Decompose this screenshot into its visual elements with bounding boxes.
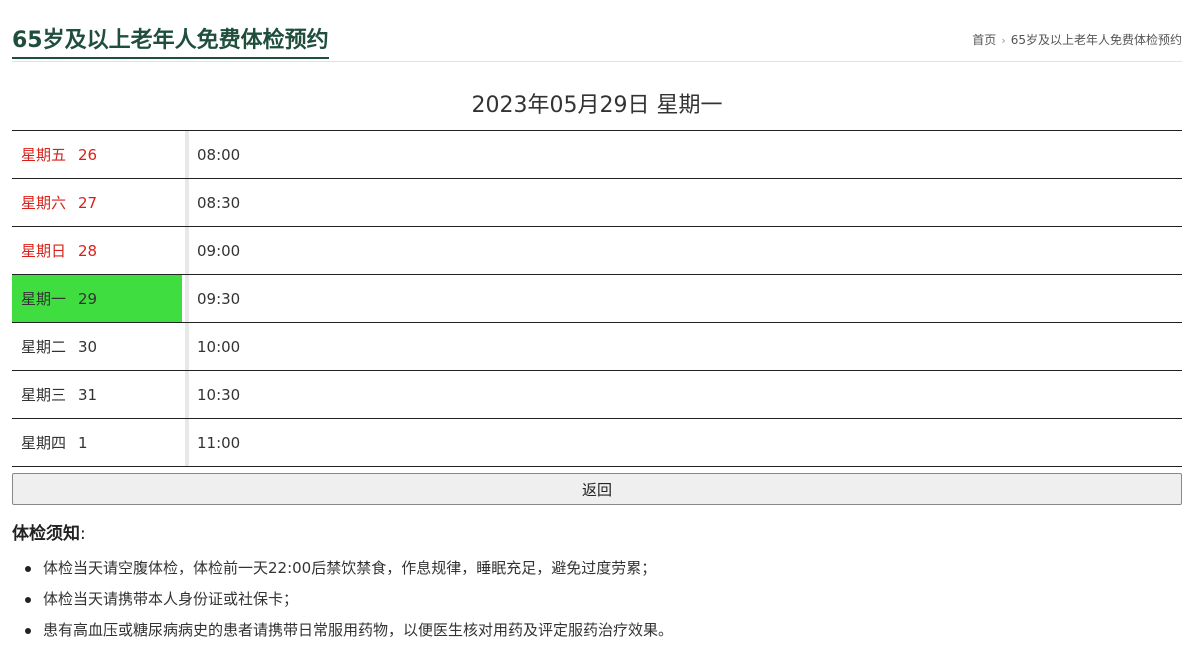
bullet-icon — [25, 628, 31, 634]
day-number: 26 — [78, 145, 98, 164]
day-number: 27 — [78, 193, 98, 212]
breadcrumb: 首页 › 65岁及以上老年人免费体检预约 — [972, 32, 1182, 49]
day-weekday: 星期日 — [21, 242, 67, 260]
notice-title-colon: : — [80, 524, 86, 544]
day-option-26[interactable]: 星期五 26 — [12, 131, 182, 178]
bullet-icon — [25, 597, 31, 603]
notice-item-text: 体检当天请空腹体检，体检前一天22:00后禁饮禁食，作息规律，睡眠充足，避免过度… — [43, 559, 657, 577]
schedule-row: 星期五 26 08:00 — [12, 131, 1182, 179]
back-button[interactable]: 返回 — [12, 473, 1182, 505]
day-weekday: 星期六 — [21, 194, 67, 212]
notice-list: 体检当天请空腹体检，体检前一天22:00后禁饮禁食，作息规律，睡眠充足，避免过度… — [12, 556, 673, 649]
schedule-row: 星期三 31 10:30 — [12, 371, 1182, 419]
notice-title-text: 体检须知 — [12, 524, 80, 544]
time-slot[interactable]: 09:30 — [189, 275, 1182, 322]
time-slot[interactable]: 09:00 — [189, 227, 1182, 274]
time-slot[interactable]: 11:00 — [189, 419, 1182, 466]
notice-title: 体检须知: — [12, 523, 86, 545]
day-weekday: 星期五 — [21, 146, 67, 164]
day-number: 29 — [78, 289, 98, 308]
notice-item-text: 患有高血压或糖尿病病史的患者请携带日常服用药物，以便医生核对用药及评定服药治疗效… — [43, 621, 674, 639]
day-weekday: 星期一 — [21, 290, 67, 308]
time-slot[interactable]: 08:00 — [189, 131, 1182, 178]
schedule-row: 星期日 28 09:00 — [12, 227, 1182, 275]
day-option-31[interactable]: 星期三 31 — [12, 371, 182, 418]
day-number: 31 — [78, 385, 98, 404]
day-weekday: 星期三 — [21, 386, 67, 404]
notice-item: 体检当天请空腹体检，体检前一天22:00后禁饮禁食，作息规律，睡眠充足，避免过度… — [12, 556, 673, 587]
time-slot[interactable]: 08:30 — [189, 179, 1182, 226]
selected-date-heading: 2023年05月29日 星期一 — [471, 93, 723, 118]
schedule-row: 星期四 1 11:00 — [12, 419, 1182, 467]
day-option-28[interactable]: 星期日 28 — [12, 227, 182, 274]
notice-item: 体检当天请携带本人身份证或社保卡； — [12, 587, 673, 618]
schedule-table: 星期五 26 08:00 星期六 27 08:30 星期日 28 09:00 星期一 29 09:30… — [12, 130, 1182, 467]
chevron-right-icon: › — [1001, 34, 1006, 47]
breadcrumb-home-link[interactable]: 首页 — [972, 33, 996, 47]
bullet-icon — [25, 566, 31, 572]
day-weekday: 星期四 — [21, 434, 67, 452]
day-weekday: 星期二 — [21, 338, 67, 356]
time-slot[interactable]: 10:00 — [189, 323, 1182, 370]
day-option-27[interactable]: 星期六 27 — [12, 179, 182, 226]
breadcrumb-current: 65岁及以上老年人免费体检预约 — [1010, 33, 1182, 47]
day-option-30[interactable]: 星期二 30 — [12, 323, 182, 370]
day-number: 1 — [78, 433, 88, 452]
time-slot[interactable]: 10:30 — [189, 371, 1182, 418]
schedule-row: 星期二 30 10:00 — [12, 323, 1182, 371]
page-title: 65岁及以上老年人免费体检预约 — [12, 27, 329, 59]
schedule-row: 星期六 27 08:30 — [12, 179, 1182, 227]
day-number: 28 — [78, 241, 98, 260]
day-option-29[interactable]: 星期一 29 — [12, 275, 182, 322]
notice-item: 患有高血压或糖尿病病史的患者请携带日常服用药物，以便医生核对用药及评定服药治疗效… — [12, 618, 673, 649]
day-number: 30 — [78, 337, 98, 356]
notice-item-text: 体检当天请携带本人身份证或社保卡； — [43, 590, 299, 608]
schedule-row: 星期一 29 09:30 — [12, 275, 1182, 323]
page-header: 65岁及以上老年人免费体检预约 首页 › 65岁及以上老年人免费体检预约 — [12, 0, 1182, 62]
day-option-1[interactable]: 星期四 1 — [12, 419, 182, 466]
